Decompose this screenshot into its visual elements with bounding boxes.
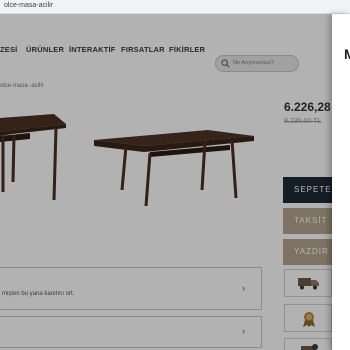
address-bar[interactable]: olce-masa-acilir bbox=[0, 0, 350, 14]
side-drawer: M bbox=[332, 14, 350, 350]
modal-overlay[interactable] bbox=[0, 14, 332, 350]
url-text[interactable]: olce-masa-acilir bbox=[4, 2, 53, 9]
drawer-title: M bbox=[344, 46, 350, 62]
